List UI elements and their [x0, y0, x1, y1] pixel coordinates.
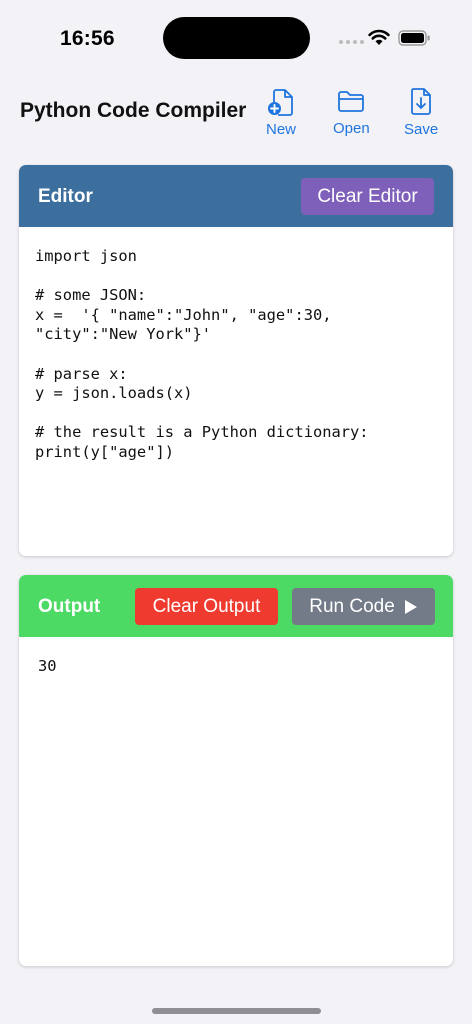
- status-bar: 16:56: [0, 0, 472, 76]
- run-code-button[interactable]: Run Code: [292, 588, 435, 625]
- play-icon: [404, 599, 417, 614]
- output-panel: Output Clear Output Run Code 30: [19, 575, 453, 966]
- editor-title: Editor: [38, 186, 93, 207]
- app-title: Python Code Compiler: [20, 99, 247, 122]
- new-label: New: [266, 121, 297, 138]
- signal-dots-icon: [339, 40, 364, 44]
- wifi-icon: [368, 29, 390, 45]
- folder-icon: [338, 91, 365, 112]
- output-header: Output Clear Output Run Code: [19, 575, 453, 637]
- battery-icon: [398, 30, 430, 46]
- clear-output-button[interactable]: Clear Output: [135, 588, 278, 625]
- open-button[interactable]: Open: [333, 86, 370, 137]
- save-label: Save: [404, 121, 439, 138]
- top-toolbar: Python Code Compiler New Open Save: [0, 76, 472, 148]
- code-editor[interactable]: import json # some JSON: x = '{ "name":"…: [19, 227, 453, 483]
- dynamic-island: [163, 17, 310, 59]
- open-label: Open: [333, 120, 370, 137]
- save-button[interactable]: Save: [404, 86, 438, 138]
- new-file-button[interactable]: New: [266, 87, 296, 138]
- home-indicator: [152, 1008, 321, 1014]
- run-code-label: Run Code: [309, 595, 395, 617]
- save-download-icon: [411, 88, 431, 115]
- status-time: 16:56: [60, 27, 115, 50]
- editor-panel: Editor Clear Editor import json # some J…: [19, 165, 453, 556]
- editor-header: Editor Clear Editor: [19, 165, 453, 227]
- new-file-icon: [268, 89, 293, 116]
- output-console: 30: [38, 657, 57, 675]
- output-title: Output: [38, 596, 101, 617]
- clear-editor-button[interactable]: Clear Editor: [301, 178, 434, 215]
